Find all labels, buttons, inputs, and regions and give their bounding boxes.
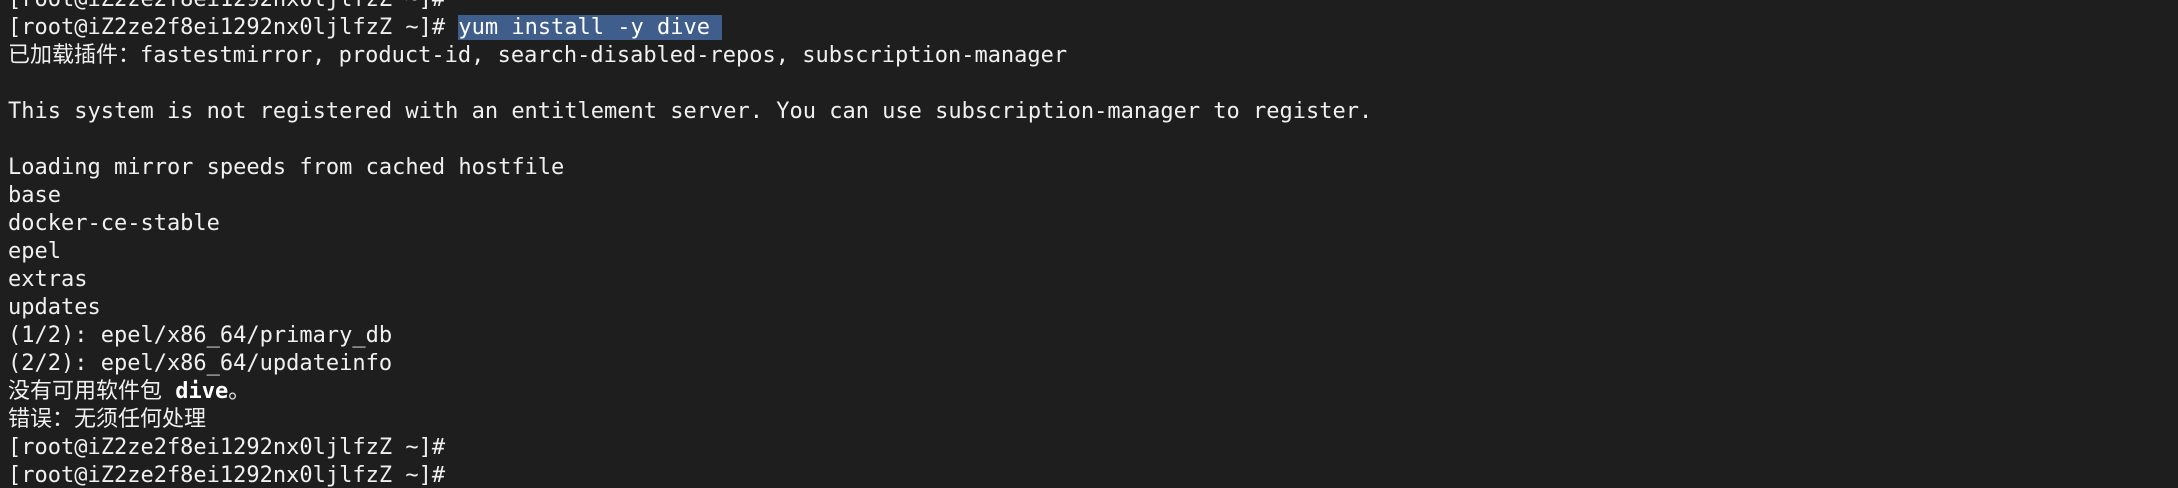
output-line-mirror: Loading mirror speeds from cached hostfi… [8,155,565,180]
output-line-plugins: 已加载插件：fastestmirror, product-id, search-… [8,43,1068,68]
terminal-output: [root@iZ2ze2f8ei1292nx0ljlfzZ ~]# [root@… [8,0,2178,488]
terminal-window[interactable]: [root@iZ2ze2f8ei1292nx0ljlfzZ ~]# [root@… [0,0,2178,488]
output-line-repo: base [8,183,61,208]
package-name: dive [175,379,229,404]
output-line-no-package: 没有可用软件包 dive。 [8,379,251,404]
prompt-line: [root@iZ2ze2f8ei1292nx0ljlfzZ ~]# [8,0,2178,14]
shell-prompt: [root@iZ2ze2f8ei1292nx0ljlfzZ ~]# [8,15,459,40]
output-line-download: (1/2): epel/x86_64/primary_db [8,323,393,348]
output-line-download: (2/2): epel/x86_64/updateinfo [8,351,393,376]
output-line-error: 错误：无须任何处理 [8,407,207,432]
output-line-repo: updates [8,295,101,320]
output-line-repo: epel [8,239,61,264]
selected-command[interactable]: yum install -y dive [458,15,723,40]
prompt-line: [root@iZ2ze2f8ei1292nx0ljlfzZ ~]# [8,463,446,488]
output-line-registration: This system is not registered with an en… [8,99,1373,124]
prompt-line: [root@iZ2ze2f8ei1292nx0ljlfzZ ~]# [8,435,446,460]
command-line: [root@iZ2ze2f8ei1292nx0ljlfzZ ~]# yum in… [8,14,2178,42]
output-line-repo: docker-ce-stable [8,211,220,236]
output-line-repo: extras [8,267,88,292]
